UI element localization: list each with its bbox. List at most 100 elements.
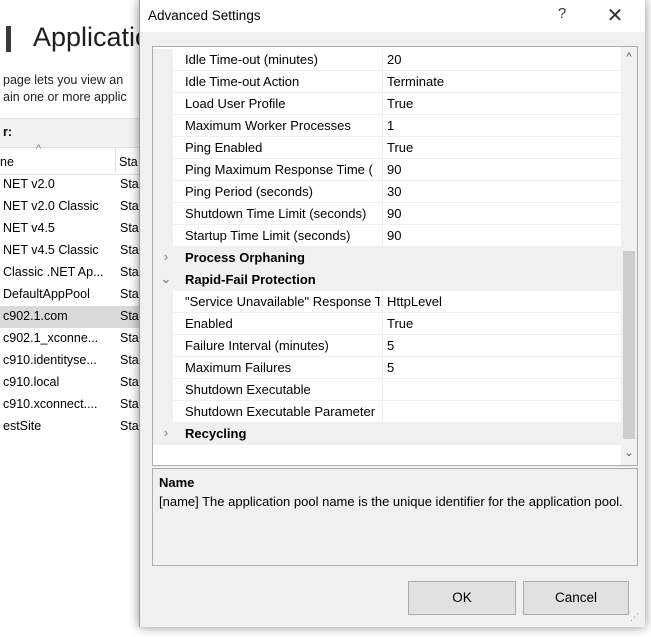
property-column-separator <box>382 49 383 71</box>
page-description: page lets you view an ain one or more ap… <box>3 72 127 106</box>
pool-status: Sta <box>120 265 139 279</box>
pool-row[interactable]: c902.1_xconne... Sta <box>0 328 139 350</box>
resize-grip-icon[interactable]: ⋰ <box>630 612 639 623</box>
pool-row[interactable]: estSite Sta <box>0 416 139 438</box>
property-description-text: [name] The application pool name is the … <box>159 494 623 509</box>
property-column-separator <box>382 181 383 203</box>
property-description-panel: Name [name] The application pool name is… <box>152 468 638 566</box>
property-name: Idle Time-out Action <box>185 74 300 89</box>
pool-row[interactable]: c902.1.com Sta <box>0 306 139 328</box>
property-name: Idle Time-out (minutes) <box>185 52 318 67</box>
property-category[interactable]: › Recycling <box>153 423 621 445</box>
property-column-separator <box>382 71 383 93</box>
vertical-scrollbar[interactable]: ^ ⌄ <box>621 47 637 465</box>
property-name: Shutdown Executable <box>185 382 311 397</box>
cancel-button[interactable]: Cancel <box>523 581 629 615</box>
property-value[interactable]: True <box>387 313 621 335</box>
pool-row[interactable]: NET v4.5 Sta <box>0 218 139 240</box>
property-value[interactable] <box>387 401 621 423</box>
property-value[interactable]: Terminate <box>387 71 621 93</box>
property-row[interactable]: Startup Time Limit (seconds) 90 <box>153 225 621 247</box>
property-row[interactable]: Shutdown Time Limit (seconds) 90 <box>153 203 621 225</box>
property-gutter <box>153 379 173 401</box>
pool-status: Sta <box>120 331 139 345</box>
property-row[interactable]: Shutdown Executable <box>153 379 621 401</box>
property-value[interactable]: True <box>387 137 621 159</box>
property-value[interactable]: 20 <box>387 49 621 71</box>
pool-row[interactable]: NET v2.0 Sta <box>0 174 139 196</box>
pool-row[interactable]: c910.local Sta <box>0 372 139 394</box>
property-rows: Idle Time-out (minutes) 20 Idle Time-out A… <box>153 49 621 445</box>
close-button[interactable]: ✕ <box>597 3 633 29</box>
dialog-titlebar[interactable]: Advanced Settings ? ✕ <box>140 0 645 32</box>
property-category-label: Recycling <box>185 426 247 441</box>
column-header-status[interactable]: Sta <box>119 155 138 169</box>
property-column-separator <box>382 93 383 115</box>
scrollbar-thumb[interactable] <box>623 251 635 439</box>
property-row[interactable]: Ping Enabled True <box>153 137 621 159</box>
property-name: Maximum Failures <box>185 360 292 375</box>
pool-row[interactable]: NET v4.5 Classic Sta <box>0 240 139 262</box>
property-value[interactable]: 5 <box>387 335 621 357</box>
property-column-separator <box>382 335 383 357</box>
pool-name: estSite <box>3 419 42 433</box>
property-row[interactable]: Maximum Failures 5 <box>153 357 621 379</box>
property-category[interactable]: ⌄ Rapid-Fail Protection <box>153 269 621 291</box>
property-category[interactable]: › Process Orphaning <box>153 247 621 269</box>
pool-name: NET v2.0 Classic <box>3 199 99 213</box>
sort-ascending-icon: ^ <box>36 143 42 155</box>
property-gutter <box>153 137 173 159</box>
property-column-separator <box>382 291 383 313</box>
pool-name: c910.identityse... <box>3 353 97 367</box>
property-row[interactable]: Idle Time-out (minutes) 20 <box>153 49 621 71</box>
property-value[interactable]: 5 <box>387 357 621 379</box>
pool-status: Sta <box>120 309 139 323</box>
property-column-separator <box>382 225 383 247</box>
pool-row[interactable]: NET v2.0 Classic Sta <box>0 196 139 218</box>
pool-list-header[interactable]: ne ^ Sta <box>0 143 139 175</box>
pool-name: Classic .NET Ap... <box>3 265 104 279</box>
pool-row[interactable]: c910.xconnect.... Sta <box>0 394 139 416</box>
property-row[interactable]: Failure Interval (minutes) 5 <box>153 335 621 357</box>
property-value[interactable]: 1 <box>387 115 621 137</box>
page-description-line: ain one or more applic <box>3 90 127 104</box>
property-value[interactable] <box>387 379 621 401</box>
property-value[interactable]: True <box>387 93 621 115</box>
property-gutter <box>153 401 173 423</box>
chevron-right-icon[interactable]: › <box>159 249 173 264</box>
property-value[interactable]: 90 <box>387 225 621 247</box>
property-row[interactable]: Maximum Worker Processes 1 <box>153 115 621 137</box>
property-row[interactable]: Ping Period (seconds) 30 <box>153 181 621 203</box>
property-row[interactable]: Load User Profile True <box>153 93 621 115</box>
property-row[interactable]: Enabled True <box>153 313 621 335</box>
help-button[interactable]: ? <box>544 5 580 29</box>
property-row[interactable]: "Service Unavailable" Response T HttpLeve… <box>153 291 621 313</box>
property-value[interactable]: 90 <box>387 203 621 225</box>
pool-name: NET v4.5 Classic <box>3 243 99 257</box>
pool-row[interactable]: DefaultAppPool Sta <box>0 284 139 306</box>
chevron-right-icon[interactable]: › <box>159 425 173 440</box>
scroll-up-icon[interactable]: ^ <box>621 51 637 63</box>
property-row[interactable]: Shutdown Executable Parameter <box>153 401 621 423</box>
ok-button[interactable]: OK <box>408 581 516 615</box>
property-gutter <box>153 203 173 225</box>
column-header-name[interactable]: ne <box>0 155 14 169</box>
filter-label: r: <box>3 125 13 139</box>
pool-name: c910.xconnect.... <box>3 397 98 411</box>
filter-bar[interactable]: r: <box>0 118 139 148</box>
property-row[interactable]: Idle Time-out Action Terminate <box>153 71 621 93</box>
pool-status: Sta <box>120 243 139 257</box>
scroll-down-icon[interactable]: ⌄ <box>621 446 637 459</box>
pool-row[interactable]: Classic .NET Ap... Sta <box>0 262 139 284</box>
property-gutter <box>153 357 173 379</box>
property-gutter <box>153 115 173 137</box>
column-divider[interactable] <box>115 148 116 172</box>
chevron-down-icon[interactable]: ⌄ <box>159 271 173 287</box>
page-title: Applicatio <box>33 22 151 52</box>
property-value[interactable]: 90 <box>387 159 621 181</box>
property-gutter <box>153 225 173 247</box>
pool-row[interactable]: c910.identityse... Sta <box>0 350 139 372</box>
property-value[interactable]: 30 <box>387 181 621 203</box>
property-row[interactable]: Ping Maximum Response Time (90 <box>153 159 621 181</box>
property-value[interactable]: HttpLevel <box>387 291 621 313</box>
